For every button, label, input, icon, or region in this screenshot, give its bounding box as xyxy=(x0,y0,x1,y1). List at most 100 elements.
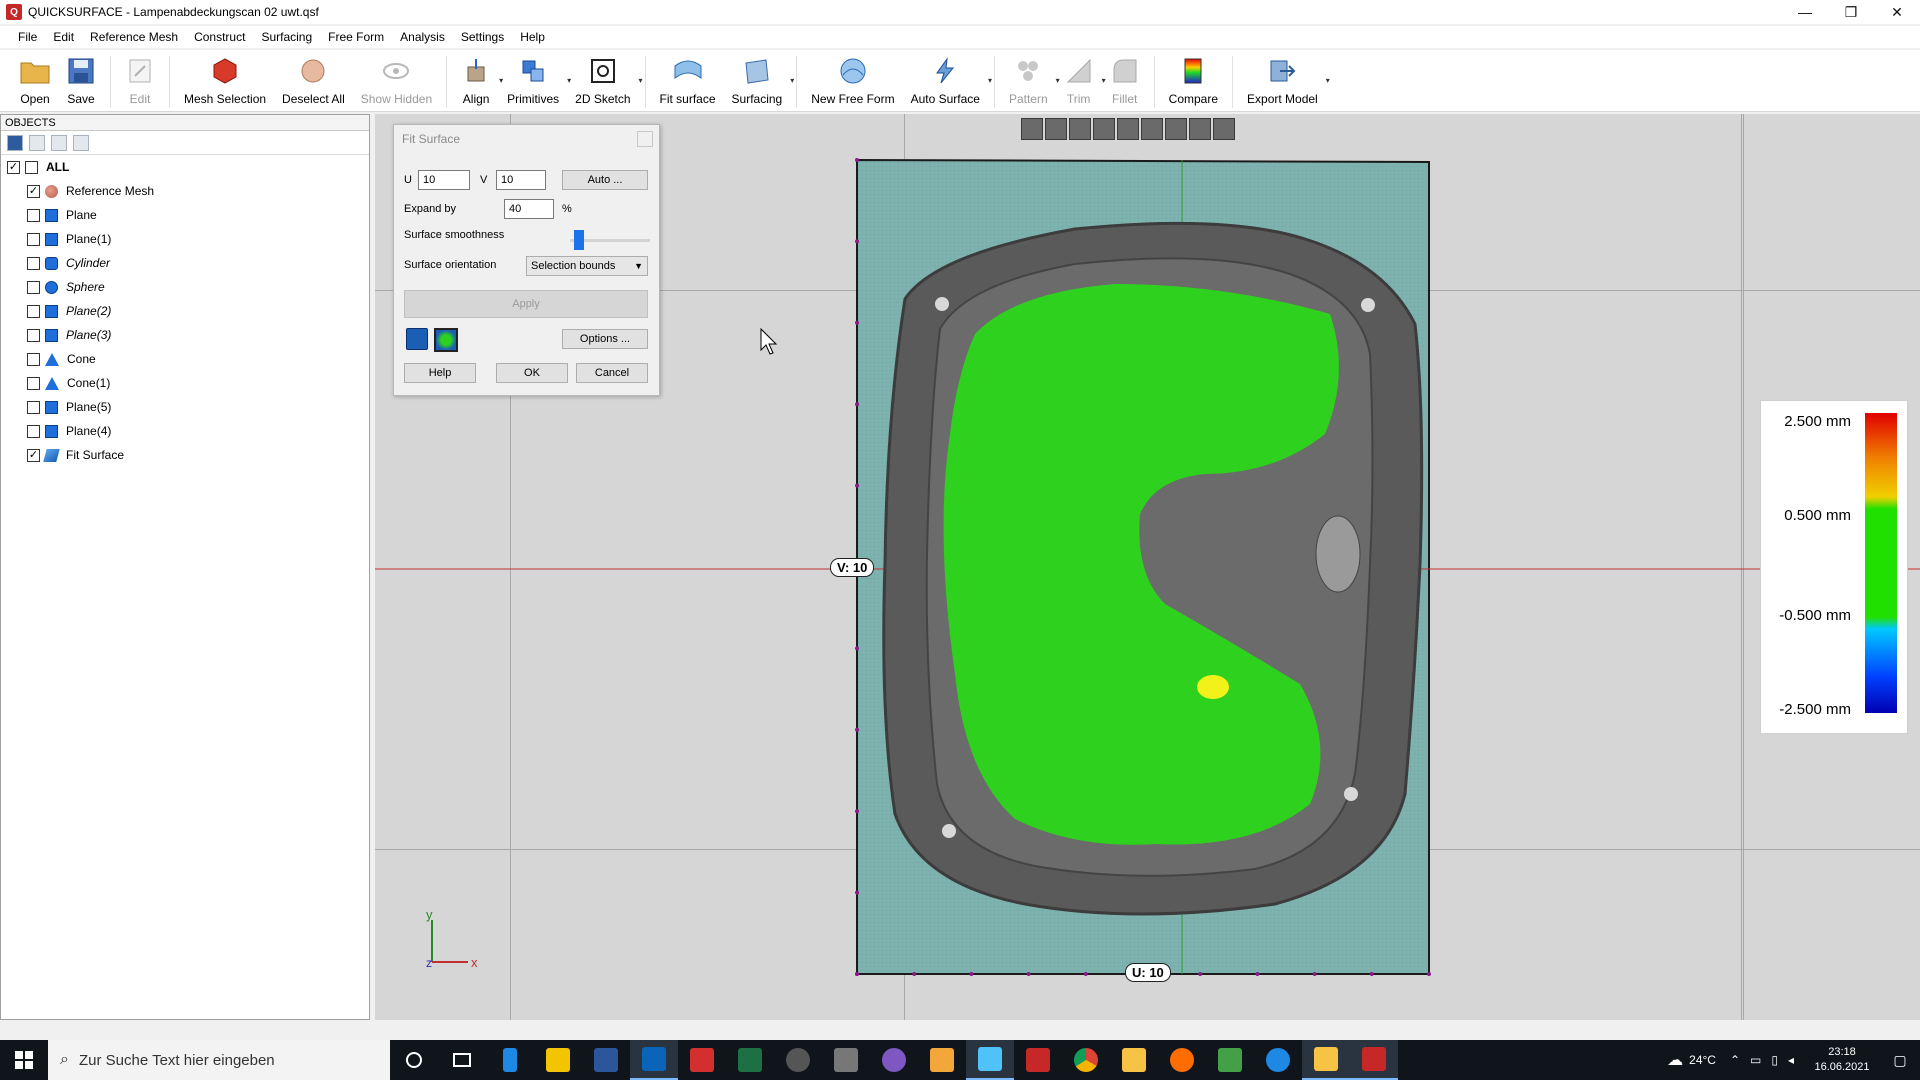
checkbox[interactable] xyxy=(27,400,40,414)
orientation-select[interactable]: Selection bounds ▼ xyxy=(526,256,648,276)
edit-button[interactable]: Edit xyxy=(117,50,163,112)
folder-icon[interactable] xyxy=(1302,1040,1350,1080)
checkbox[interactable] xyxy=(27,352,40,366)
outlook-icon[interactable] xyxy=(630,1040,678,1080)
smoothness-slider[interactable] xyxy=(574,230,584,250)
menu-analysis[interactable]: Analysis xyxy=(392,26,453,48)
tree-row[interactable]: ✓ Reference Mesh xyxy=(7,179,369,203)
open-button[interactable]: Open xyxy=(12,50,58,112)
tree-row[interactable]: Plane(4) xyxy=(7,419,369,443)
tree-row-all[interactable]: ✓ ALL xyxy=(7,155,369,179)
app-circle-icon[interactable] xyxy=(870,1040,918,1080)
pattern-button[interactable]: Pattern ▾ xyxy=(1001,50,1060,112)
network-icon[interactable]: ▭ xyxy=(1750,1053,1761,1067)
tree-row[interactable]: Plane(5) xyxy=(7,395,369,419)
app-notes-icon[interactable] xyxy=(486,1040,534,1080)
checkbox[interactable] xyxy=(27,328,40,342)
checkbox[interactable] xyxy=(27,376,40,390)
cancel-button[interactable]: Cancel xyxy=(576,363,648,383)
tree-view-icon[interactable] xyxy=(29,134,45,151)
dialog-close-icon[interactable] xyxy=(637,131,653,147)
menu-construct[interactable]: Construct xyxy=(186,26,253,48)
new-free-form-button[interactable]: New Free Form xyxy=(803,50,902,112)
view-iso-icon[interactable] xyxy=(1189,118,1211,140)
app-layers-icon[interactable] xyxy=(822,1040,870,1080)
menu-surfacing[interactable]: Surfacing xyxy=(253,26,320,48)
notification-icon[interactable]: ▢ xyxy=(1880,1052,1920,1069)
view-front-icon[interactable] xyxy=(1045,118,1067,140)
volume-icon[interactable]: ◂ xyxy=(1788,1053,1794,1067)
checkbox[interactable] xyxy=(27,208,40,222)
checkbox[interactable] xyxy=(27,424,40,438)
menu-settings[interactable]: Settings xyxy=(453,26,512,48)
primitives-button[interactable]: Primitives ▾ xyxy=(499,50,571,112)
chrome-icon[interactable] xyxy=(1062,1040,1110,1080)
chevron-down-icon[interactable]: ▾ xyxy=(988,76,992,85)
deviation-display-icon[interactable] xyxy=(434,328,458,352)
task-view-icon[interactable] xyxy=(438,1040,486,1080)
tree-row[interactable]: Plane(2) xyxy=(7,299,369,323)
trim-button[interactable]: Trim ▾ xyxy=(1056,50,1106,112)
close-button[interactable]: ✕ xyxy=(1874,0,1920,24)
temperature[interactable]: 24°C xyxy=(1689,1053,1716,1067)
app-green-icon[interactable] xyxy=(1206,1040,1254,1080)
checkbox[interactable] xyxy=(27,256,40,270)
auto-surface-button[interactable]: Auto Surface ▾ xyxy=(903,50,992,112)
menu-edit[interactable]: Edit xyxy=(45,26,82,48)
u-input[interactable]: 10 xyxy=(418,170,470,190)
auto-button[interactable]: Auto ... xyxy=(562,170,648,190)
app-c-icon[interactable] xyxy=(1254,1040,1302,1080)
checkbox[interactable]: ✓ xyxy=(27,448,40,462)
view-axes-icon[interactable] xyxy=(1213,118,1235,140)
taskbar-search[interactable]: ⌕ Zur Suche Text hier eingeben xyxy=(48,1040,390,1080)
view-right-icon[interactable] xyxy=(1117,118,1139,140)
tree-row[interactable]: Cone(1) xyxy=(7,371,369,395)
deselect-all-button[interactable]: Deselect All xyxy=(274,50,353,112)
mesh-selection-button[interactable]: Mesh Selection xyxy=(176,50,274,112)
app-cube-icon[interactable] xyxy=(1014,1040,1062,1080)
app-gear-icon[interactable] xyxy=(774,1040,822,1080)
align-button[interactable]: Align ▾ xyxy=(453,50,503,112)
filter-icon[interactable] xyxy=(73,134,89,151)
chevron-up-icon[interactable]: ⌃ xyxy=(1730,1053,1740,1067)
surface-display-icon[interactable] xyxy=(406,328,428,350)
checkbox[interactable]: ✓ xyxy=(27,184,40,198)
app-orange-icon[interactable] xyxy=(1158,1040,1206,1080)
cortana-icon[interactable] xyxy=(390,1040,438,1080)
menu-help[interactable]: Help xyxy=(512,26,553,48)
app-text-icon[interactable] xyxy=(918,1040,966,1080)
app-tasks-icon[interactable] xyxy=(534,1040,582,1080)
tree-row[interactable]: ✓ Fit Surface xyxy=(7,443,369,467)
apply-button[interactable]: Apply xyxy=(404,290,648,318)
menu-file[interactable]: File xyxy=(10,26,45,48)
fit-surface-button[interactable]: Fit surface xyxy=(652,50,724,112)
chevron-down-icon[interactable]: ▾ xyxy=(639,76,643,85)
expand-icon[interactable] xyxy=(51,134,67,151)
export-model-button[interactable]: Export Model ▾ xyxy=(1239,50,1330,112)
dialog-title-bar[interactable]: Fit Surface xyxy=(394,125,659,153)
chevron-down-icon[interactable]: ▾ xyxy=(1326,76,1330,85)
tree-row[interactable]: Plane xyxy=(7,203,369,227)
chevron-down-icon[interactable]: ▾ xyxy=(790,76,794,85)
clock[interactable]: 23:18 16.06.2021 xyxy=(1804,1045,1880,1075)
start-button[interactable] xyxy=(0,1040,48,1080)
view-back-icon[interactable] xyxy=(1069,118,1091,140)
weather-cloud-icon[interactable]: ☁ xyxy=(1667,1050,1683,1070)
view-top-icon[interactable] xyxy=(1141,118,1163,140)
app-search-icon[interactable] xyxy=(678,1040,726,1080)
zoom-fit-icon[interactable] xyxy=(1021,118,1043,140)
v-count-label[interactable]: V: 10 xyxy=(830,558,875,577)
2d-sketch-button[interactable]: 2D Sketch ▾ xyxy=(567,50,643,112)
save-button[interactable]: Save xyxy=(58,50,104,112)
ok-button[interactable]: OK xyxy=(496,363,568,383)
view-left-icon[interactable] xyxy=(1093,118,1115,140)
options-button[interactable]: Options ... xyxy=(562,329,648,349)
word-icon[interactable] xyxy=(582,1040,630,1080)
help-button[interactable]: Help xyxy=(404,363,476,383)
checkbox[interactable]: ✓ xyxy=(7,160,20,174)
quicksurface-icon[interactable] xyxy=(1350,1040,1398,1080)
excel-icon[interactable] xyxy=(726,1040,774,1080)
tree-row[interactable]: Sphere xyxy=(7,275,369,299)
compare-button[interactable]: Compare xyxy=(1161,50,1226,112)
minimize-button[interactable]: — xyxy=(1782,0,1828,24)
